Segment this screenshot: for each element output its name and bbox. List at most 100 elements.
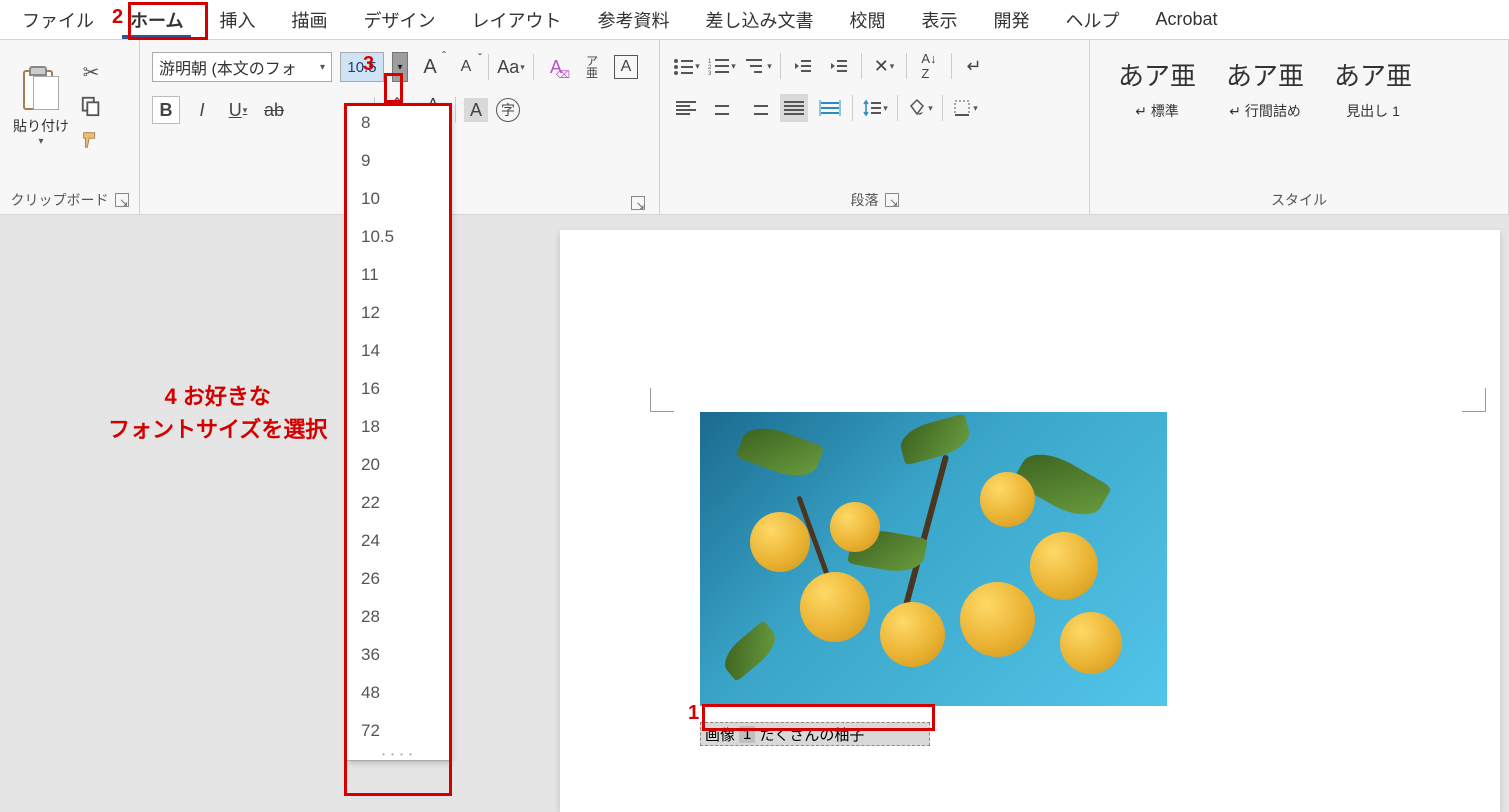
align-right-icon[interactable]: [744, 94, 772, 122]
separator: [852, 95, 853, 121]
size-option[interactable]: 24: [347, 522, 449, 560]
clipboard-launcher-icon[interactable]: [115, 193, 129, 207]
font-name-combo[interactable]: 游明朝 (本文のフォ ▾: [152, 52, 332, 82]
document-area: 画像 1 たくさんの柚子: [0, 215, 1509, 812]
paragraph-group-label: 段落: [851, 190, 879, 210]
paragraph-launcher-icon[interactable]: [885, 193, 899, 207]
sort-icon[interactable]: A↓Z: [915, 52, 943, 80]
size-option[interactable]: 16: [347, 370, 449, 408]
grow-font-icon[interactable]: A: [416, 53, 444, 81]
cut-icon[interactable]: ✂: [78, 59, 104, 85]
chevron-down-icon[interactable]: ▾: [320, 62, 325, 73]
bullets-button[interactable]: ▾: [672, 52, 700, 80]
tab-layout[interactable]: レイアウト: [453, 0, 579, 41]
tab-developer[interactable]: 開発: [975, 0, 1047, 41]
tab-home[interactable]: ホーム: [112, 0, 201, 41]
size-option[interactable]: 28: [347, 598, 449, 636]
decrease-indent-icon[interactable]: [789, 52, 817, 80]
italic-button[interactable]: I: [188, 96, 216, 124]
caption-text: たくさんの柚子: [755, 724, 868, 745]
style-name: 見出し 1: [1334, 101, 1412, 121]
image-caption[interactable]: 画像 1 たくさんの柚子: [700, 722, 930, 746]
separator: [455, 97, 456, 123]
ribbon: 貼り付け ▾ ✂ クリップボード 游明朝 (本文のフォ: [0, 40, 1509, 215]
align-center-icon[interactable]: [708, 94, 736, 122]
character-border-icon[interactable]: A: [614, 55, 638, 79]
asian-layout-button[interactable]: ✕▾: [870, 52, 898, 80]
size-option[interactable]: 18: [347, 408, 449, 446]
tab-help[interactable]: ヘルプ: [1047, 0, 1137, 41]
increase-indent-icon[interactable]: [825, 52, 853, 80]
separator: [861, 53, 862, 79]
font-size-dropdown-button[interactable]: ▾: [392, 52, 408, 82]
shrink-font-icon[interactable]: A: [452, 53, 480, 81]
size-option[interactable]: 12: [347, 294, 449, 332]
annotation-3: 3: [363, 53, 374, 76]
style-sample: あア亜: [1118, 56, 1196, 93]
paste-button[interactable]: 貼り付け ▾: [8, 46, 74, 166]
copy-icon[interactable]: [78, 93, 104, 119]
tab-mailings[interactable]: 差し込み文書: [687, 0, 831, 41]
separator: [897, 95, 898, 121]
size-option[interactable]: 48: [347, 674, 449, 712]
tab-acrobat[interactable]: Acrobat: [1137, 1, 1235, 38]
enclose-characters-icon[interactable]: 字: [496, 98, 520, 122]
distributed-icon[interactable]: [816, 94, 844, 122]
strikethrough-button[interactable]: ab: [260, 96, 288, 124]
font-size-field[interactable]: 10.5: [340, 52, 384, 82]
separator: [951, 53, 952, 79]
change-case-button[interactable]: Aa▾: [497, 53, 525, 81]
dropdown-resize-handle[interactable]: • • • •: [347, 750, 449, 760]
tab-file[interactable]: ファイル: [4, 0, 112, 41]
size-option[interactable]: 10.5: [347, 218, 449, 256]
bold-button[interactable]: B: [152, 96, 180, 124]
line-spacing-button[interactable]: ▾: [861, 94, 889, 122]
group-clipboard: 貼り付け ▾ ✂ クリップボード: [0, 40, 140, 214]
size-option[interactable]: 22: [347, 484, 449, 522]
multilevel-list-button[interactable]: ▾: [744, 52, 772, 80]
size-option[interactable]: 26: [347, 560, 449, 598]
style-name: ↵ 行間詰め: [1226, 101, 1304, 121]
shading-button[interactable]: ▾: [906, 94, 934, 122]
size-option[interactable]: 9: [347, 142, 449, 180]
size-option[interactable]: 11: [347, 256, 449, 294]
tab-references[interactable]: 参考資料: [579, 0, 687, 41]
font-launcher-icon[interactable]: [631, 196, 645, 210]
font-size-dropdown[interactable]: 8 9 10 10.5 11 12 14 16 18 20 22 24 26 2…: [346, 103, 450, 761]
inserted-image[interactable]: [700, 412, 1167, 706]
show-marks-icon[interactable]: ↵: [960, 52, 988, 80]
tab-design[interactable]: デザイン: [345, 0, 453, 41]
tab-draw[interactable]: 描画: [273, 0, 345, 41]
size-option[interactable]: 10: [347, 180, 449, 218]
style-no-spacing[interactable]: あア亜 ↵ 行間詰め: [1226, 56, 1304, 121]
separator: [906, 53, 907, 79]
clear-formatting-icon[interactable]: A⌫: [542, 53, 570, 81]
format-painter-icon[interactable]: [78, 127, 104, 153]
tab-insert[interactable]: 挿入: [201, 0, 273, 41]
numbering-button[interactable]: 123▾: [708, 52, 736, 80]
separator: [488, 54, 489, 80]
page: 画像 1 たくさんの柚子: [560, 230, 1500, 812]
size-option[interactable]: 72: [347, 712, 449, 750]
ribbon-tabs: ファイル ホーム 挿入 描画 デザイン レイアウト 参考資料 差し込み文書 校閲…: [0, 0, 1509, 40]
borders-button[interactable]: ▾: [951, 94, 979, 122]
group-styles: あア亜 ↵ 標準 あア亜 ↵ 行間詰め あア亜 見出し 1 スタイル: [1090, 40, 1509, 214]
tab-review[interactable]: 校閲: [831, 0, 903, 41]
align-justify-icon[interactable]: [780, 94, 808, 122]
character-shading-icon[interactable]: A: [464, 98, 488, 122]
annotation-1: 1: [688, 702, 699, 725]
size-option[interactable]: 36: [347, 636, 449, 674]
underline-button[interactable]: U▾: [224, 96, 252, 124]
size-option[interactable]: 14: [347, 332, 449, 370]
styles-group-label: スタイル: [1271, 190, 1327, 210]
phonetic-guide-icon[interactable]: ア亜: [578, 53, 606, 81]
style-normal[interactable]: あア亜 ↵ 標準: [1118, 56, 1196, 121]
style-name: ↵ 標準: [1118, 101, 1196, 121]
style-heading1[interactable]: あア亜 見出し 1: [1334, 56, 1412, 121]
align-left-icon[interactable]: [672, 94, 700, 122]
size-option[interactable]: 20: [347, 446, 449, 484]
caption-prefix: 画像: [701, 724, 739, 745]
size-option[interactable]: 8: [347, 104, 449, 142]
tab-view[interactable]: 表示: [903, 0, 975, 41]
paste-dropdown-icon[interactable]: ▾: [38, 136, 43, 147]
